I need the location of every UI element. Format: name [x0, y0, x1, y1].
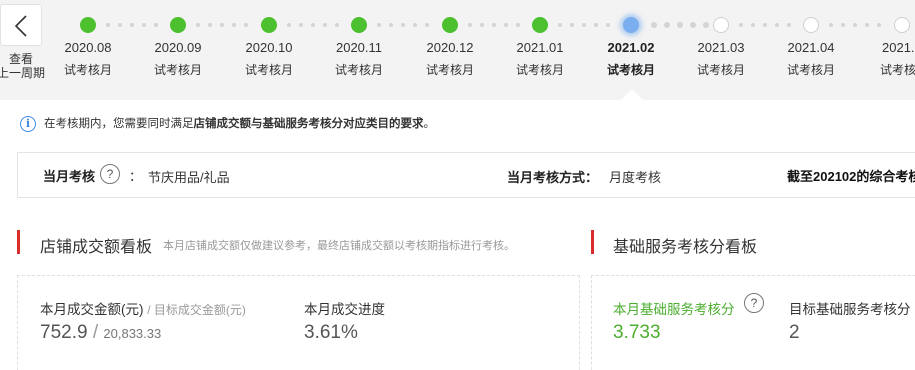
timeline-item[interactable]: 2020.11 试考核月	[319, 0, 399, 80]
timeline-month: 2021.01	[516, 40, 564, 55]
help-icon[interactable]: ?	[744, 293, 764, 313]
timeline-month: 2020.09	[154, 40, 202, 55]
sales-progress-value: 3.61%	[304, 322, 358, 343]
notice-suffix: 。	[423, 118, 436, 130]
sales-metrics-panel: 本月成交金额(元) / 目标成交金额(元) 752.9 / 20,833.33 …	[17, 275, 580, 370]
timeline-item[interactable]: 2020.08 试考核月	[48, 0, 128, 80]
timeline-label: 试考核	[880, 63, 915, 77]
timeline-month: 2021.02	[607, 40, 655, 55]
assessment-timeline: 查看 上一周期 2020.08 试考核月 2020.09 试考核月 2020.1…	[0, 0, 915, 100]
timeline-label: 试考核月	[63, 63, 112, 77]
status-dot-done	[170, 17, 186, 33]
status-dot-done	[261, 17, 277, 33]
timeline-label: 试考核月	[334, 63, 383, 77]
timeline-month: 2020.10	[245, 40, 293, 55]
timeline-label: 试考核月	[606, 63, 655, 77]
sales-progress-label: 本月成交进度	[304, 302, 385, 317]
chevron-left-icon	[14, 15, 27, 37]
timeline-item[interactable]: 2020.12 试考核月	[410, 0, 490, 80]
target-service-score-label: 目标基础服务考核分	[789, 302, 911, 317]
prev-label-line1: 查看	[8, 52, 33, 66]
assessment-summary-bar: 当月考核 ? ： 节庆用品/礼品 当月考核方式： 月度考核 截至202102的综…	[17, 152, 915, 198]
previous-cycle-button[interactable]	[0, 4, 42, 46]
status-dot-current	[623, 17, 639, 33]
timeline-month: 2021.03	[697, 40, 745, 55]
service-score-value: 3.733	[613, 322, 661, 343]
status-dot-future	[803, 17, 819, 33]
timeline-label: 试考核月	[153, 63, 202, 77]
assessment-category: 节庆用品/礼品	[148, 170, 230, 185]
timeline-month: 2020.08	[64, 40, 112, 55]
timeline-month: 2021.04	[787, 40, 835, 55]
timeline-label: 试考核月	[786, 63, 835, 77]
timeline-item[interactable]: 2020.10 试考核月	[229, 0, 309, 80]
timeline-item[interactable]: 2021.01 试考核月	[500, 0, 580, 80]
status-dot-done	[351, 17, 367, 33]
info-icon: i	[20, 116, 36, 132]
value-separator: /	[92, 322, 99, 343]
help-icon[interactable]: ?	[100, 164, 120, 184]
previous-cycle-label[interactable]: 查看 上一周期	[0, 52, 45, 80]
timeline-item[interactable]: 2020.09 试考核月	[138, 0, 218, 80]
assessment-method-label: 当月考核方式：	[507, 170, 599, 185]
timeline-item[interactable]: 2021.0 试考核	[862, 0, 915, 80]
timeline-label: 试考核月	[425, 63, 474, 77]
monthly-sales-amount-label: 本月成交金额(元)	[40, 302, 144, 317]
sales-amount-label: 本月成交金额(元) / 目标成交金额(元)	[40, 298, 246, 318]
current-month-pointer	[621, 89, 643, 100]
summary-colon: ：	[129, 169, 143, 184]
target-service-score-value: 2	[789, 322, 800, 343]
service-score-label: 本月基础服务考核分	[613, 302, 735, 317]
service-metrics-panel: 本月基础服务考核分 ? 3.733 目标基础服务考核分 2	[591, 275, 915, 370]
status-dot-done	[80, 17, 96, 33]
cumulative-assessment-label: 截至202102的综合考核	[787, 169, 915, 184]
section-accent-bar	[591, 230, 594, 254]
service-board-title: 基础服务考核分看板	[613, 239, 758, 256]
notice-text: 在考核期内，您需要同时满足店铺成交额与基础服务考核分对应类目的要求。	[44, 114, 435, 134]
timeline-month: 2020.11	[335, 40, 383, 55]
timeline-item[interactable]: 2021.04 试考核月	[771, 0, 851, 80]
timeline-label: 试考核月	[244, 63, 293, 77]
status-dot-future	[894, 17, 910, 33]
timeline-label: 试考核月	[696, 63, 745, 77]
status-dot-done	[532, 17, 548, 33]
sales-board-title: 店铺成交额看板	[40, 239, 153, 256]
timeline-month: 2020.12	[426, 40, 474, 55]
monthly-assessment-label: 当月考核	[43, 169, 96, 184]
sales-board-description: 本月店铺成交额仅做建议参考，最终店铺成交额以考核期指标进行考核。	[163, 240, 515, 252]
timeline-item[interactable]: 2021.03 试考核月	[681, 0, 761, 80]
section-accent-bar	[17, 230, 20, 254]
notice-prefix: 在考核期内，您需要同时满足	[44, 118, 194, 130]
sales-amount-value: 752.9 / 20,833.33	[40, 322, 161, 344]
target-sales-amount: 20,833.33	[103, 326, 162, 341]
monthly-sales-amount: 752.9	[40, 322, 88, 343]
timeline-item-current[interactable]: 2021.02 试考核月	[591, 0, 671, 80]
timeline-label: 试考核月	[515, 63, 564, 77]
notice-bold: 店铺成交额与基础服务考核分对应类目的要求	[193, 118, 424, 130]
status-dot-future	[713, 17, 729, 33]
timeline-month: 2021.0	[882, 40, 915, 55]
status-dot-done	[442, 17, 458, 33]
prev-label-line2: 上一周期	[0, 66, 46, 80]
target-sales-amount-label: / 目标成交金额(元)	[147, 303, 246, 317]
assessment-method-value: 月度考核	[609, 170, 662, 185]
